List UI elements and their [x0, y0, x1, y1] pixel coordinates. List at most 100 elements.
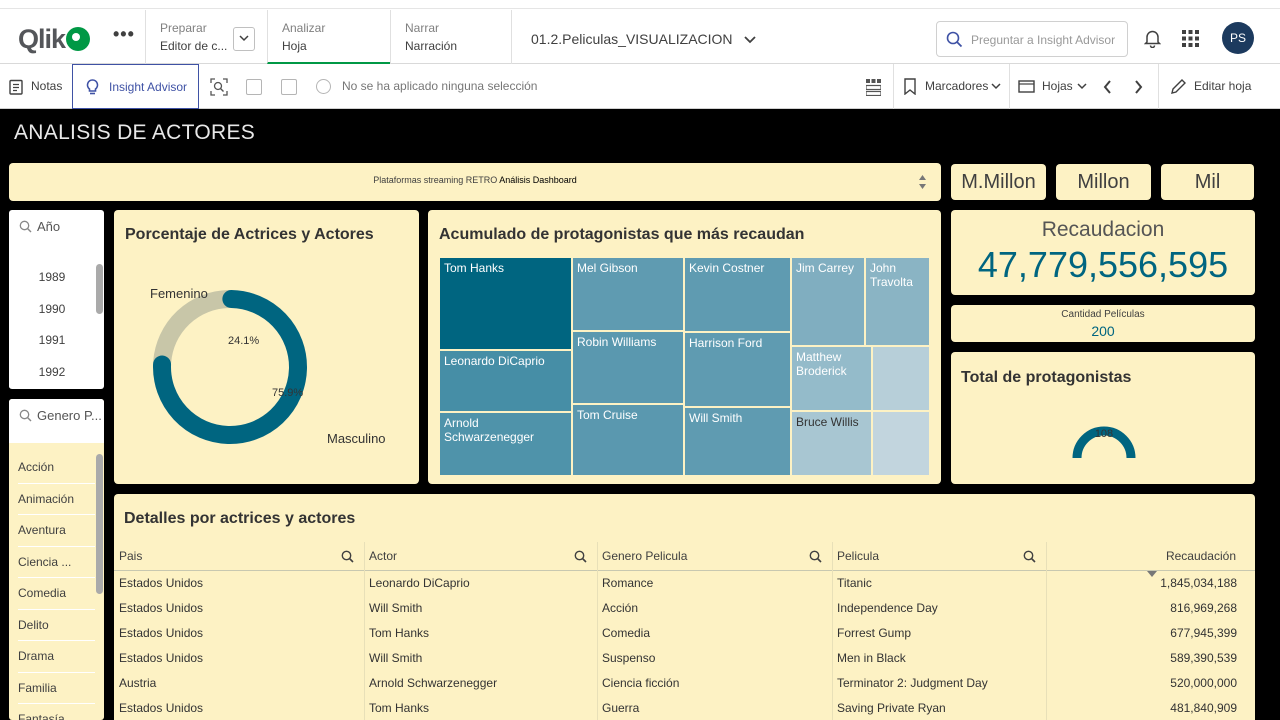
- list-item[interactable]: Familia: [18, 673, 95, 704]
- list-item[interactable]: Acción: [18, 452, 95, 484]
- treemap-cell-unlabeled[interactable]: [872, 346, 930, 411]
- app-title[interactable]: 01.2.Peliculas_VISUALIZACION: [531, 31, 757, 47]
- cell-pais: Estados Unidos: [119, 576, 204, 590]
- treemap-cell-harrison-ford[interactable]: Harrison Ford: [684, 332, 791, 407]
- cell-recaudacion: 481,840,909: [1170, 701, 1237, 715]
- nav-section-analyze[interactable]: Analizar Hoja: [267, 10, 390, 64]
- browser-strip: [0, 0, 1280, 9]
- sheet-grid-icon[interactable]: [866, 79, 881, 96]
- unit-button-mmillon[interactable]: M.Millon: [951, 164, 1046, 200]
- list-item[interactable]: Fantasía: [18, 704, 95, 720]
- treemap-cell-kevin-costner[interactable]: Kevin Costner: [684, 257, 791, 332]
- next-sheet-icon[interactable]: [1134, 80, 1143, 94]
- column-header-genero[interactable]: Genero Pelicula: [602, 546, 687, 570]
- scrollbar-thumb[interactable]: [96, 264, 103, 314]
- treemap-cell-unlabeled[interactable]: [872, 411, 930, 476]
- gender-donut-card[interactable]: Porcentaje de Actrices y Actores Femenin…: [114, 210, 419, 484]
- streaming-banner[interactable]: Plataformas streaming RETRO Análisis Das…: [9, 163, 941, 201]
- list-item[interactable]: 1991: [9, 325, 95, 357]
- column-header-recaudacion[interactable]: Recaudación: [1120, 546, 1236, 570]
- list-item[interactable]: 1989: [9, 262, 95, 294]
- list-item[interactable]: Comedia: [18, 578, 95, 610]
- nav-section-prepare[interactable]: Preparar Editor de c...: [145, 10, 267, 64]
- unit-button-millon[interactable]: Millon: [1056, 164, 1151, 200]
- no-selection-text: No se ha aplicado ninguna selección: [342, 79, 538, 93]
- treemap-cell-matthew-broderick[interactable]: Matthew Broderick: [791, 346, 872, 411]
- unit-button-mil[interactable]: Mil: [1161, 164, 1254, 200]
- table-row[interactable]: Estados Unidos Tom Hanks Guerra Saving P…: [119, 696, 1239, 720]
- avatar[interactable]: PS: [1222, 22, 1254, 54]
- sheets-button[interactable]: Hojas: [1042, 64, 1073, 109]
- cell-pelicula: Titanic: [837, 576, 872, 590]
- column-search-icon[interactable]: [809, 550, 822, 563]
- column-header-actor[interactable]: Actor: [369, 546, 397, 570]
- insight-advisor-search[interactable]: Preguntar a Insight Advisor: [936, 21, 1128, 57]
- list-item[interactable]: Animación: [18, 484, 95, 515]
- treemap-cell-bruce-willis[interactable]: Bruce Willis: [791, 411, 872, 476]
- treemap-cell-leonardo-dicaprio[interactable]: Leonardo DiCaprio: [439, 350, 572, 412]
- kpi-value: 200: [1091, 323, 1115, 339]
- cell-actor: Leonardo DiCaprio: [369, 576, 470, 590]
- treemap-cell-mel-gibson[interactable]: Mel Gibson: [572, 257, 684, 331]
- table-row[interactable]: Estados Unidos Will Smith Acción Indepen…: [119, 596, 1239, 621]
- search-icon: [19, 220, 32, 233]
- treemap-card[interactable]: Acumulado de protagonistas que más recau…: [428, 210, 941, 484]
- sheets-icon: [1018, 80, 1035, 93]
- cell-genero: Ciencia ficción: [602, 676, 680, 690]
- chart-title: Acumulado de protagonistas que más recau…: [439, 226, 805, 243]
- apps-grid-icon[interactable]: [1182, 30, 1199, 47]
- genre-filter-header[interactable]: Genero P...: [9, 399, 104, 443]
- list-item[interactable]: 1992: [9, 356, 95, 388]
- bookmarks-button[interactable]: Marcadores: [925, 64, 988, 109]
- selections-back-icon[interactable]: [246, 79, 262, 95]
- cell-recaudacion: 520,000,000: [1170, 676, 1237, 690]
- treemap-cell-arnold-schwarzenegger[interactable]: Arnold Schwarzenegger: [439, 412, 572, 476]
- list-item[interactable]: Drama: [18, 641, 95, 673]
- treemap-cell-jim-carrey[interactable]: Jim Carrey: [791, 257, 865, 346]
- bell-icon[interactable]: [1144, 29, 1161, 48]
- cell-pelicula: Men in Black: [837, 651, 906, 665]
- column-search-icon[interactable]: [1023, 550, 1036, 563]
- treemap-cell-tom-cruise[interactable]: Tom Cruise: [572, 404, 684, 476]
- qlik-logo[interactable]: Qlik: [18, 24, 91, 55]
- treemap-area[interactable]: Tom Hanks Leonardo DiCaprio Arnold Schwa…: [439, 257, 930, 476]
- treemap-cell-tom-hanks[interactable]: Tom Hanks: [439, 257, 572, 350]
- edit-sheet-button[interactable]: Editar hoja: [1194, 64, 1251, 109]
- nav-section-narrate[interactable]: Narrar Narración: [390, 10, 512, 64]
- cell-pais: Austria: [119, 676, 157, 690]
- table-row[interactable]: Austria Arnold Schwarzenegger Ciencia fi…: [119, 671, 1239, 696]
- kpi-count-card[interactable]: Cantidad Películas 200: [951, 305, 1255, 342]
- treemap-cell-robin-williams[interactable]: Robin Williams: [572, 331, 684, 404]
- kpi-recaudacion-card[interactable]: Recaudacion 47,779,556,595: [951, 210, 1255, 295]
- bookmark-icon: [904, 78, 916, 95]
- column-header-pelicula[interactable]: Pelicula: [837, 546, 879, 570]
- list-item[interactable]: Ciencia ...: [18, 547, 95, 578]
- list-item[interactable]: Delito: [18, 610, 95, 641]
- scroll-arrows-icon[interactable]: [918, 173, 927, 191]
- gauge-card[interactable]: Total de protagonistas 108: [951, 352, 1255, 484]
- cell-genero: Guerra: [602, 701, 640, 715]
- scrollbar-thumb[interactable]: [96, 454, 103, 594]
- table-row[interactable]: Estados Unidos Tom Hanks Comedia Forrest…: [119, 621, 1239, 646]
- selections-forward-icon[interactable]: [281, 79, 297, 95]
- list-item[interactable]: Aventura: [18, 515, 95, 547]
- treemap-cell-john-travolta[interactable]: John Travolta: [865, 257, 930, 346]
- lightbulb-icon: [86, 79, 99, 95]
- year-filter-pane[interactable]: Año 1989 1990 1991 1992: [9, 210, 104, 389]
- column-search-icon[interactable]: [574, 550, 587, 563]
- year-filter-header[interactable]: Año: [9, 210, 104, 254]
- donut-chart[interactable]: Femenino Masculino 24.1% 75.9%: [114, 210, 419, 484]
- clear-selections-icon[interactable]: [316, 79, 331, 94]
- table-row[interactable]: Estados Unidos Leonardo DiCaprio Romance…: [119, 571, 1239, 596]
- treemap-cell-will-smith[interactable]: Will Smith: [684, 407, 791, 476]
- list-item[interactable]: 1990: [9, 293, 95, 325]
- more-menu-button[interactable]: •••: [113, 24, 135, 45]
- smart-search-icon[interactable]: [210, 78, 228, 96]
- column-search-icon[interactable]: [341, 550, 354, 563]
- notes-button[interactable]: Notas: [31, 64, 62, 109]
- column-header-pais[interactable]: Pais: [119, 546, 142, 570]
- chevron-down-icon[interactable]: [233, 27, 255, 51]
- genre-filter-pane[interactable]: Genero P... Acción Animación Aventura Ci…: [9, 399, 104, 720]
- table-row[interactable]: Estados Unidos Will Smith Suspenso Men i…: [119, 646, 1239, 671]
- previous-sheet-icon[interactable]: [1103, 80, 1112, 94]
